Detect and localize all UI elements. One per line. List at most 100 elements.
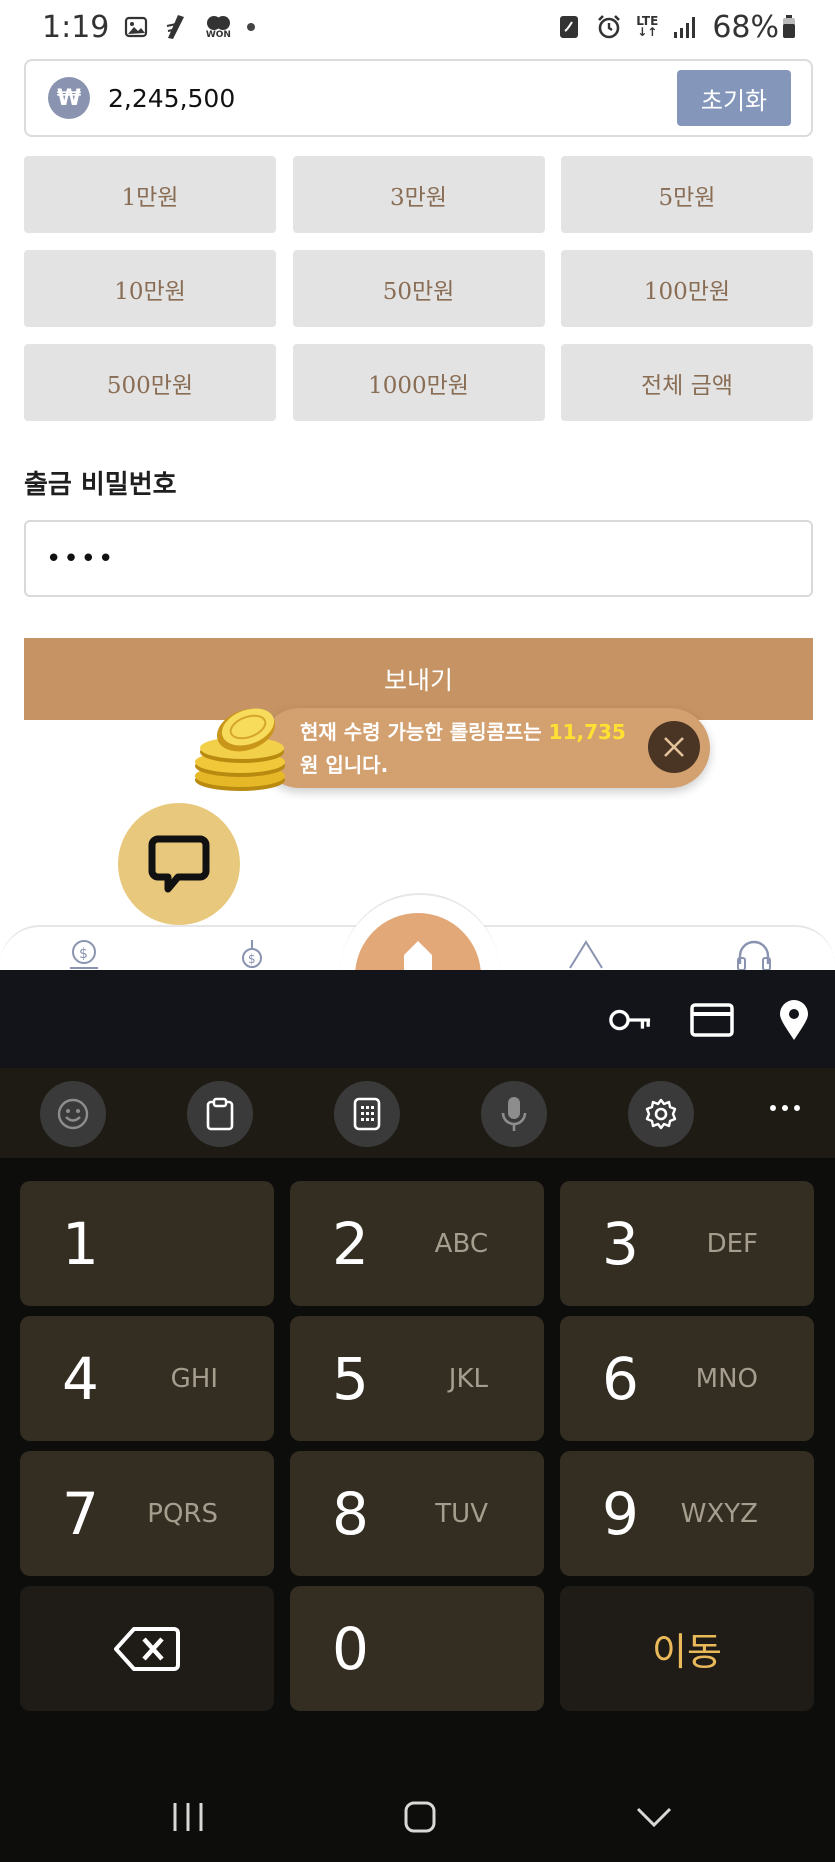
quick-amount-all[interactable]: 전체 금액 bbox=[561, 344, 813, 421]
toast-close-button[interactable] bbox=[648, 721, 700, 773]
quick-amount-3man[interactable]: 3만원 bbox=[292, 156, 545, 233]
key-8-letters: TUV bbox=[435, 1499, 488, 1529]
key-7-digit: 7 bbox=[62, 1480, 99, 1548]
reset-button[interactable]: 초기화 bbox=[677, 70, 791, 126]
status-left: 1:19 WON bbox=[42, 9, 256, 45]
toast-message: 현재 수령 가능한 롤링콤프는 11,735 원 입니다. bbox=[300, 716, 630, 782]
hide-keyboard-button[interactable] bbox=[624, 1792, 684, 1842]
amount-value: 2,245,500 bbox=[108, 83, 236, 113]
quick-amount-5man[interactable]: 5만원 bbox=[561, 156, 813, 233]
toast-text-before: 현재 수령 가능한 롤링콤프는 bbox=[300, 720, 549, 744]
quick-amount-100man[interactable]: 100만원 bbox=[561, 250, 813, 327]
deposit-nav-icon[interactable]: $ bbox=[64, 938, 104, 970]
keyboard-autofill-bar bbox=[0, 970, 835, 1068]
password-input[interactable]: •••• bbox=[24, 520, 813, 597]
key-6-digit: 6 bbox=[602, 1345, 639, 1413]
numeric-keyboard: 1 2 ABC 3 DEF 4 GHI 5 JKL 6 MNO 7 PQRS 8 TUV 9 W… bbox=[0, 970, 835, 1862]
recent-apps-icon bbox=[173, 1803, 203, 1831]
svg-text:$: $ bbox=[248, 952, 256, 966]
lte-label: LTE bbox=[636, 14, 659, 28]
key-4[interactable]: 4 GHI bbox=[20, 1316, 274, 1441]
emoji-icon bbox=[57, 1098, 89, 1130]
signal-icon bbox=[672, 14, 698, 40]
key-3-letters: DEF bbox=[706, 1229, 758, 1259]
key-3[interactable]: 3 DEF bbox=[560, 1181, 814, 1306]
go-key[interactable]: 이동 bbox=[560, 1586, 814, 1711]
key-2-letters: ABC bbox=[434, 1229, 488, 1259]
key-6[interactable]: 6 MNO bbox=[560, 1316, 814, 1441]
key-4-letters: GHI bbox=[170, 1364, 218, 1394]
won-app-icon: WON bbox=[203, 14, 233, 40]
key-5[interactable]: 5 JKL bbox=[290, 1316, 544, 1441]
voice-input-button[interactable] bbox=[481, 1081, 547, 1147]
status-bar: 1:19 WON LTE ↓↑ 68% bbox=[0, 0, 835, 54]
won-icon: ₩ bbox=[48, 77, 90, 119]
key-0[interactable]: 0 bbox=[290, 1586, 544, 1711]
nfc-icon bbox=[556, 14, 582, 40]
quick-amount-10man[interactable]: 10만원 bbox=[24, 250, 276, 327]
status-right: LTE ↓↑ 68% bbox=[556, 10, 797, 45]
key-1-digit: 1 bbox=[62, 1210, 99, 1278]
home-square-icon bbox=[404, 1801, 436, 1833]
lte-indicator: LTE ↓↑ bbox=[636, 14, 659, 39]
key-4-digit: 4 bbox=[62, 1345, 99, 1413]
key-9[interactable]: 9 WXYZ bbox=[560, 1451, 814, 1576]
backspace-icon bbox=[114, 1626, 180, 1671]
more-options-icon[interactable] bbox=[765, 1098, 805, 1118]
quick-amount-50man[interactable]: 50만원 bbox=[292, 250, 545, 327]
location-pin-icon[interactable] bbox=[772, 1000, 816, 1040]
emoji-button[interactable] bbox=[40, 1081, 106, 1147]
recent-apps-button[interactable] bbox=[158, 1792, 218, 1842]
toast-amount: 11,735 bbox=[548, 720, 626, 744]
clipboard-button[interactable] bbox=[187, 1081, 253, 1147]
key-9-letters: WXYZ bbox=[680, 1499, 758, 1529]
key-5-letters: JKL bbox=[448, 1364, 488, 1394]
key-7-letters: PQRS bbox=[147, 1499, 218, 1529]
status-time: 1:19 bbox=[42, 9, 110, 45]
home-icon bbox=[404, 941, 432, 973]
password-key-icon[interactable] bbox=[608, 1000, 652, 1040]
chevron-down-icon bbox=[636, 1807, 672, 1828]
system-navigation-bar bbox=[0, 1772, 835, 1862]
close-icon bbox=[664, 737, 684, 757]
microphone-icon bbox=[501, 1097, 527, 1131]
password-label: 출금 비밀번호 bbox=[24, 470, 177, 500]
key-2[interactable]: 2 ABC bbox=[290, 1181, 544, 1306]
key-1[interactable]: 1 bbox=[20, 1181, 274, 1306]
coins-icon bbox=[190, 700, 295, 795]
key-8-digit: 8 bbox=[332, 1480, 369, 1548]
event-nav-icon[interactable] bbox=[566, 938, 606, 970]
won-label: WON bbox=[205, 29, 231, 40]
alarm-icon bbox=[596, 14, 622, 40]
key-8[interactable]: 8 TUV bbox=[290, 1451, 544, 1576]
rolling-comp-toast: 현재 수령 가능한 롤링콤프는 11,735 원 입니다. bbox=[260, 708, 710, 788]
gear-icon bbox=[645, 1098, 677, 1130]
backspace-key[interactable] bbox=[20, 1586, 274, 1711]
amount-field[interactable]: ₩ 2,245,500 초기화 bbox=[24, 59, 813, 137]
svg-text:$: $ bbox=[79, 946, 88, 962]
withdraw-nav-icon[interactable]: $ bbox=[232, 938, 272, 970]
card-icon[interactable] bbox=[690, 1000, 734, 1040]
quick-amount-1000man[interactable]: 1000만원 bbox=[292, 344, 545, 421]
key-6-letters: MNO bbox=[695, 1364, 758, 1394]
key-2-digit: 2 bbox=[332, 1210, 369, 1278]
battery-icon bbox=[781, 14, 797, 40]
chat-button[interactable] bbox=[118, 803, 240, 925]
quick-amount-grid: 1만원 3만원 5만원 10만원 50만원 100만원 500만원 1000만원… bbox=[24, 156, 813, 421]
key-5-digit: 5 bbox=[332, 1345, 369, 1413]
quick-amount-500man[interactable]: 500만원 bbox=[24, 344, 276, 421]
more-notifications-dot bbox=[247, 23, 256, 31]
key-7[interactable]: 7 PQRS bbox=[20, 1451, 274, 1576]
keyboard-settings-button[interactable] bbox=[628, 1081, 694, 1147]
toast-text-after: 원 입니다. bbox=[300, 753, 389, 777]
app-notification-icon bbox=[163, 14, 189, 40]
quick-amount-1man[interactable]: 1만원 bbox=[24, 156, 276, 233]
clipboard-icon bbox=[206, 1097, 234, 1131]
keyboard-toolbar bbox=[0, 1068, 835, 1158]
gallery-icon bbox=[123, 14, 149, 40]
key-9-digit: 9 bbox=[602, 1480, 639, 1548]
keypad-mode-button[interactable] bbox=[334, 1081, 400, 1147]
system-home-button[interactable] bbox=[390, 1792, 450, 1842]
support-headset-icon[interactable] bbox=[734, 938, 774, 970]
battery-percentage: 68% bbox=[712, 9, 779, 45]
